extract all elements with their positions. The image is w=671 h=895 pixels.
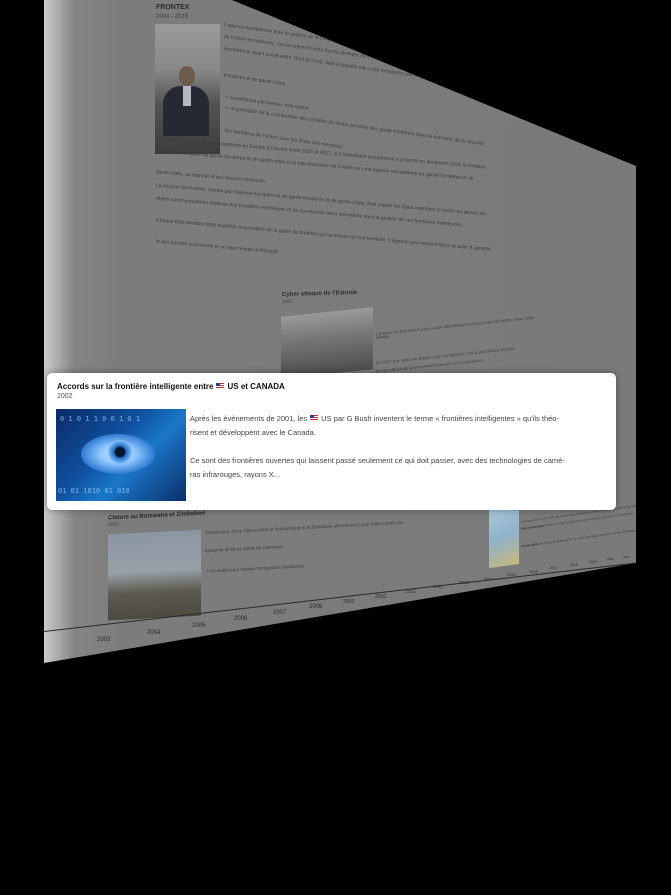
frontex-body-line: le des normes communes et un haut niveau…: [156, 238, 280, 256]
cloture-text-line: Construction d'une clôture entre le Moza…: [205, 519, 404, 536]
event-line1-suffix: US par G Bush inventent le terme « front…: [321, 414, 559, 423]
axis-year-label[interactable]: 2018: [570, 563, 578, 567]
event-description-line: risent et développent avec le Canada.: [190, 428, 316, 437]
binary-digits: 0 1 0 1 1 0 0 1 0 1: [60, 415, 141, 423]
axis-year-label[interactable]: 2016: [529, 569, 538, 574]
frontex-years: 2004 - 2016: [156, 14, 189, 20]
event-year: 2002: [57, 393, 73, 400]
axis-year-label[interactable]: 2004: [147, 630, 160, 636]
event-line1-prefix: Après les évènements de 2001, les: [190, 414, 308, 423]
event-title-suffix: US et CANADA: [227, 382, 285, 391]
axis-year-label[interactable]: 2007: [273, 610, 286, 616]
axis-year-label[interactable]: 2011: [405, 589, 416, 595]
event-description-line: Ce sont des frontières ouvertes qui lais…: [190, 456, 565, 465]
cyber-attack-year: 2007: [282, 298, 294, 306]
axis-year-label[interactable]: 2008: [309, 604, 322, 610]
cyber-eye-image: 0 1 0 1 1 0 0 1 0 1 01 01 1010 01 010: [56, 409, 186, 501]
axis-year-label[interactable]: 2019: [589, 560, 597, 564]
event-description-line: ras infrarouges, rayons X...: [190, 470, 281, 479]
frontex-photo[interactable]: [155, 24, 220, 154]
event-title: Accords sur la frontière intelligente en…: [57, 382, 285, 391]
cyber-text-line: L'Estonie est la première pays à avoir o…: [376, 314, 535, 337]
cloture-photo[interactable]: [108, 529, 201, 621]
cloture-text-line: épidémie de fièvre aphteuse (animaux).: [205, 543, 285, 554]
axis-year-label[interactable]: 2012: [433, 584, 443, 589]
cyber-attack-photo[interactable]: [281, 307, 373, 379]
map-thumbnail[interactable]: [489, 505, 519, 569]
us-flag-icon: [310, 415, 319, 420]
axis-year-label[interactable]: 2005: [192, 623, 205, 629]
eye-iris: [108, 440, 132, 464]
timeline-stage: FRONTEX 2004 - 2016 L'agence européenne …: [0, 0, 671, 895]
event-title-prefix: Accords sur la frontière intelligente en…: [57, 382, 214, 391]
page-edge-shade: [44, 0, 74, 663]
binary-digits: 01 01 1010 01 010: [58, 487, 130, 495]
person-shirt: [183, 86, 191, 106]
map-note-line: prévue 2019...: [521, 541, 541, 549]
axis-year-label[interactable]: 2015: [507, 572, 516, 577]
axis-year-label[interactable]: 2003: [97, 637, 110, 643]
frontex-text-line: -> responsable de la coordination des ac…: [224, 104, 484, 148]
cyber-attack-title[interactable]: Cyber attaque de l'Estonie: [282, 290, 357, 298]
axis-year-label[interactable]: 2006: [234, 616, 247, 622]
frontex-title[interactable]: FRONTEX: [156, 4, 189, 11]
axis-year-label[interactable]: 2013: [459, 580, 469, 585]
event-description-line: Après les évènements de 2001, les US par …: [190, 414, 559, 423]
us-flag-icon: [216, 383, 225, 388]
axis-year-label[interactable]: 2021: [623, 555, 630, 559]
person-head: [179, 66, 195, 86]
axis-year-label[interactable]: 2009: [343, 599, 354, 605]
frontex-text-line: frontières et de garde-côtes.: [224, 72, 287, 88]
axis-year-label[interactable]: 2010: [375, 594, 386, 600]
event-popup-card[interactable]: Accords sur la frontière intelligente en…: [47, 373, 616, 510]
cloture-text-line: -> en réalité pour stopper immigration c…: [205, 563, 304, 574]
axis-year-label[interactable]: 2017: [550, 566, 558, 570]
cloture-year: 2003: [108, 521, 120, 529]
axis-year-label[interactable]: 2014: [484, 576, 493, 581]
cyber-text-line: attaque.: [376, 333, 391, 340]
axis-year-label[interactable]: 2020: [607, 557, 614, 561]
cloture-title[interactable]: Cloture au Botswana et Zimbabwe: [108, 510, 206, 521]
